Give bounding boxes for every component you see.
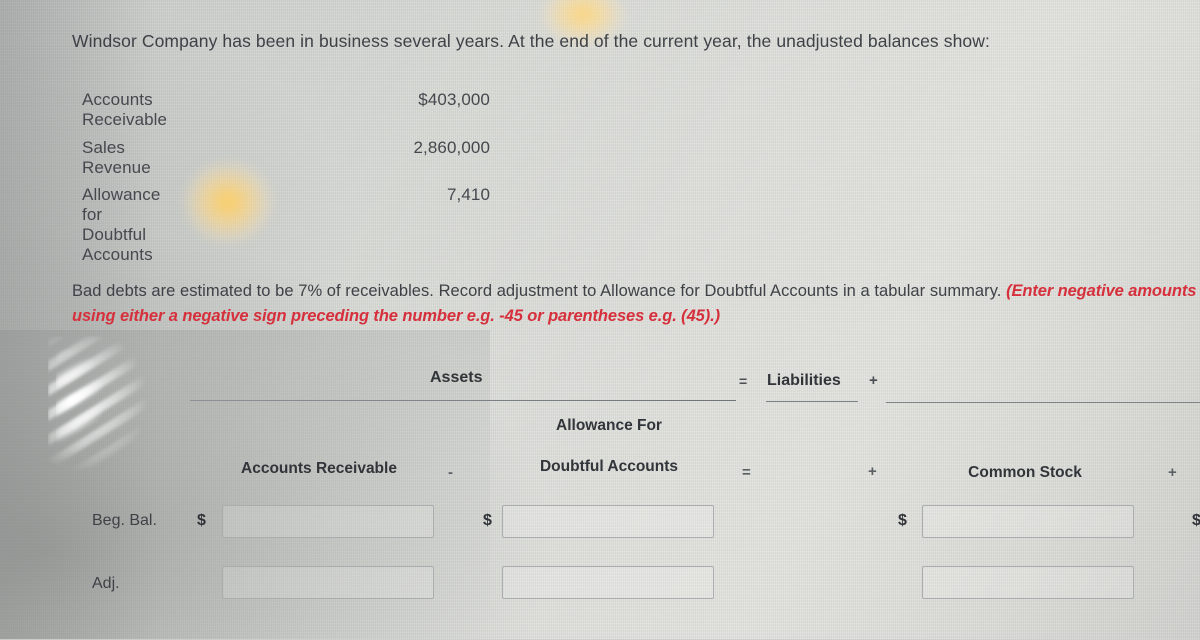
currency-symbol: $ [483, 512, 492, 529]
operator-minus: - [448, 464, 453, 481]
assets-underline-rule [190, 400, 736, 401]
input-adj-common-stock[interactable] [922, 566, 1134, 599]
currency-symbol-clipped: $ [1192, 512, 1200, 529]
operator-plus-top: + [869, 372, 878, 389]
operator-equals: = [742, 464, 751, 481]
group-header-liabilities: Liabilities [767, 372, 841, 389]
row-label-beginning-balance: Beg. Bal. [92, 512, 157, 529]
operator-equals-top: = [739, 373, 748, 389]
column-header-accounts-receivable: Accounts Receivable [241, 460, 397, 477]
input-adj-allowance-doubtful[interactable] [502, 566, 714, 599]
tabular-summary: Assets = Liabilities + Accounts Receivab… [0, 360, 1200, 639]
balance-amount-value: 7,410 [446, 185, 490, 204]
column-header-allowance-line1: Allowance For [556, 417, 662, 434]
liabilities-underline-rule [766, 401, 858, 402]
operator-plus: + [868, 463, 877, 480]
currency-symbol: $ [197, 512, 206, 529]
input-beg-bal-allowance-doubtful[interactable] [502, 505, 714, 538]
balance-amount-value: $403,000 [418, 90, 490, 109]
operator-plus-right: + [1168, 464, 1177, 481]
input-beg-bal-common-stock[interactable] [922, 505, 1134, 538]
balance-account-label: Sales Revenue [82, 138, 151, 177]
group-header-assets: Assets [430, 369, 483, 386]
task-instruction-text: Bad debts are estimated to be 7% of rece… [72, 279, 1200, 329]
equity-underline-rule [886, 402, 1200, 403]
balance-account-label: Allowance for Doubtful Accounts [82, 185, 161, 264]
column-header-allowance-line2: Doubtful Accounts [539, 458, 679, 475]
row-label-adjustment: Adj. [92, 575, 120, 592]
task-instruction-plain: Bad debts are estimated to be 7% of rece… [72, 282, 1007, 300]
input-beg-bal-accounts-receivable[interactable] [222, 505, 434, 538]
column-header-common-stock: Common Stock [968, 464, 1082, 481]
balance-account-label: Accounts Receivable [82, 90, 168, 129]
balance-amount-value: 2,860,000 [413, 138, 490, 157]
currency-symbol: $ [898, 512, 907, 529]
input-adj-accounts-receivable[interactable] [222, 566, 434, 599]
problem-intro-text: Windsor Company has been in business sev… [72, 31, 990, 51]
